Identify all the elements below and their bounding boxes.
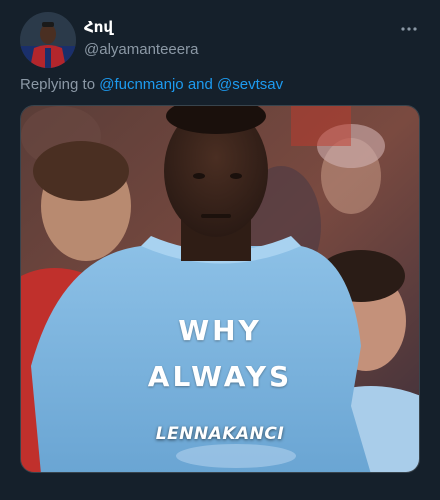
- user-handle[interactable]: @alyamanteeera: [84, 41, 198, 58]
- mention-link[interactable]: @fucnmanjo: [99, 76, 183, 93]
- mention-joiner[interactable]: and: [184, 76, 217, 93]
- mention-link[interactable]: @sevtsav: [217, 76, 283, 93]
- replying-to-line: Replying to @fucnmanjo and @sevtsav: [20, 76, 283, 93]
- more-horizontal-icon: [401, 27, 417, 31]
- replying-to-label: Replying to: [20, 76, 100, 93]
- tweet-media-image[interactable]: WHY ALWAYS LENNAKANCI: [20, 105, 420, 473]
- shirt-text-line-1: WHY: [178, 314, 262, 347]
- more-options-button[interactable]: [398, 18, 420, 40]
- display-name[interactable]: Հով: [84, 18, 113, 36]
- photo: [21, 106, 419, 472]
- shirt-text-line-2: ALWAYS: [147, 360, 293, 393]
- image-caption: LENNAKANCI: [155, 424, 285, 444]
- avatar[interactable]: [20, 12, 76, 68]
